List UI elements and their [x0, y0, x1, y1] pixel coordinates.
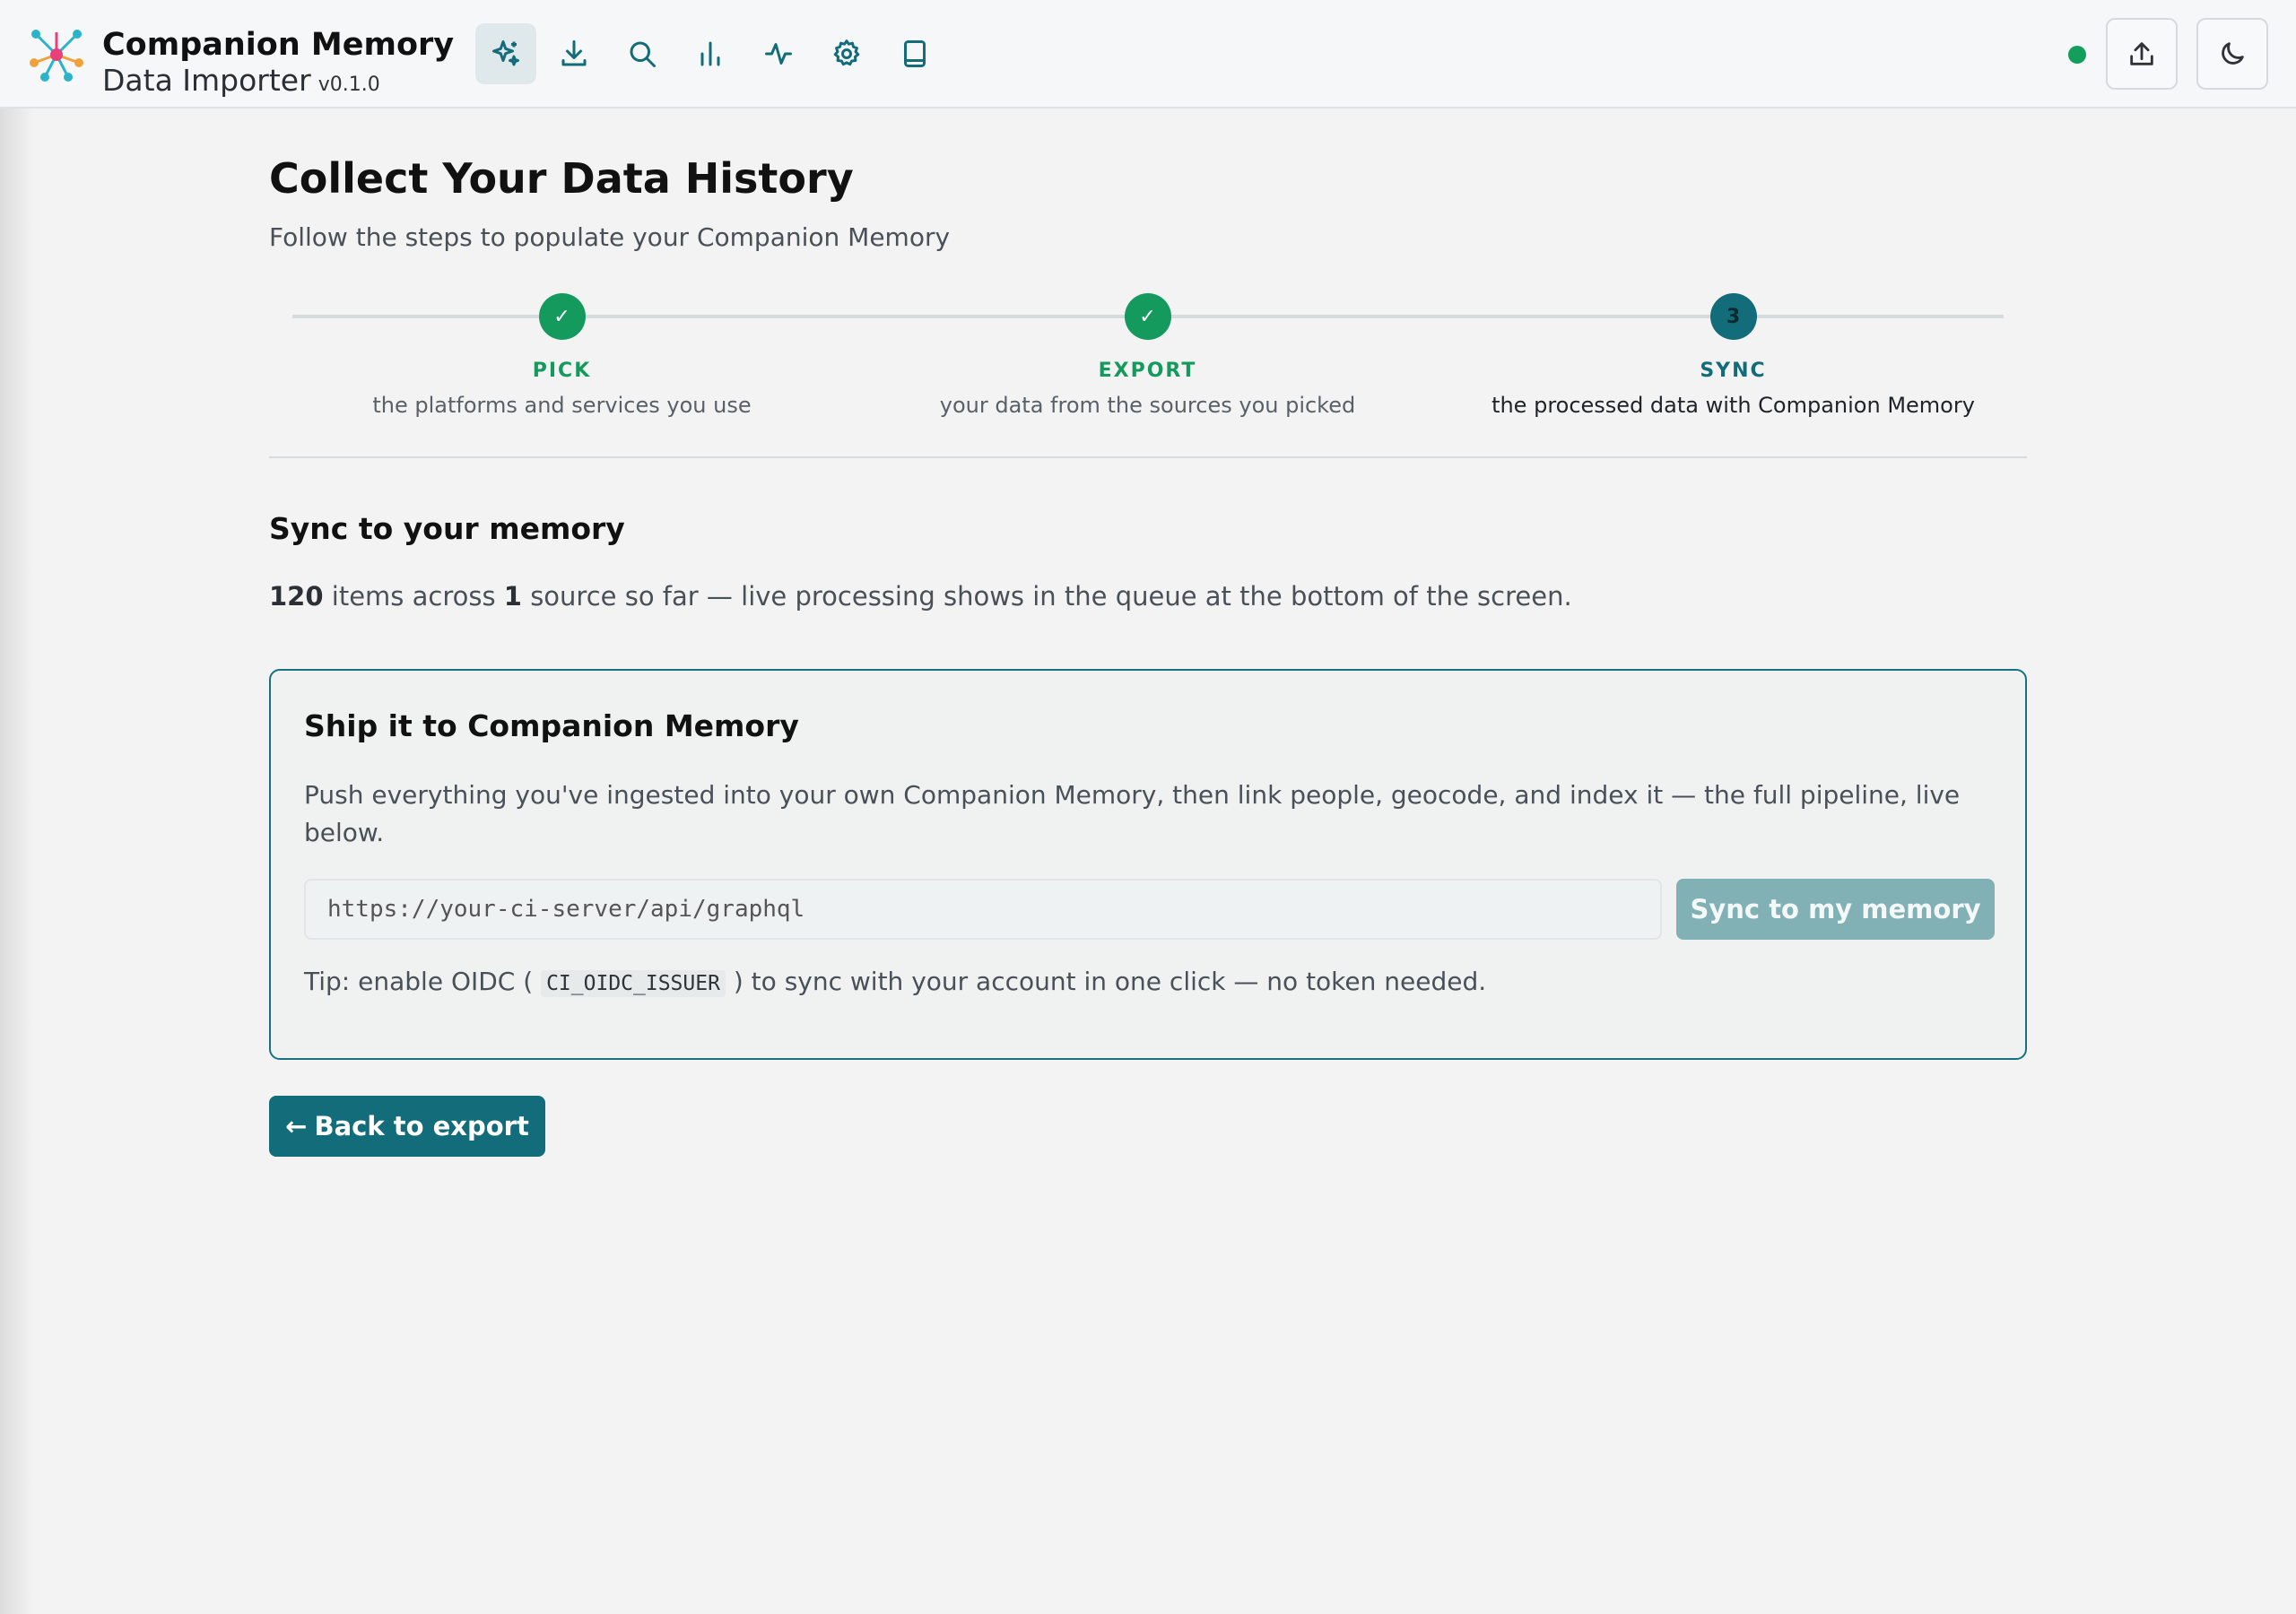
- activity-icon: [765, 43, 792, 65]
- page-title: Collect Your Data History: [269, 154, 854, 203]
- sync-to-memory-button[interactable]: Sync to my memory: [1676, 879, 1995, 940]
- source-count: 1: [503, 581, 522, 612]
- item-count: 120: [269, 581, 324, 612]
- nav-collect-button[interactable]: [475, 23, 536, 84]
- oidc-env-var: CI_OIDC_ISSUER: [541, 970, 726, 997]
- connection-status-indicator: [2068, 46, 2086, 64]
- bar-chart-icon: [700, 41, 720, 66]
- app-version: v0.1.0: [317, 74, 380, 96]
- step-number-badge: 3: [1709, 293, 1757, 340]
- step-complete-check-icon: ✓: [538, 293, 586, 340]
- endpoint-url-input[interactable]: [304, 879, 1662, 940]
- section-divider: [269, 456, 2027, 458]
- step-description: the platforms and services you use: [372, 393, 752, 418]
- app-title: Companion Memory: [102, 27, 455, 63]
- page-subtitle: Follow the steps to populate your Compan…: [269, 222, 951, 252]
- brand[interactable]: Companion Memory Data Importer v0.1.0: [29, 27, 454, 103]
- upload-icon: [2130, 42, 2153, 65]
- theme-toggle-button[interactable]: [2196, 18, 2268, 90]
- step-complete-check-icon: ✓: [1124, 293, 1171, 340]
- nav-activity-button[interactable]: [748, 23, 809, 84]
- moon-icon: [2222, 42, 2244, 65]
- nav-search-button[interactable]: [612, 23, 673, 84]
- sparkle-icon: [492, 40, 519, 66]
- nav-stats-button[interactable]: [680, 23, 741, 84]
- gear-icon: [833, 39, 860, 66]
- section-title: Sync to your memory: [269, 511, 625, 546]
- app-logo-icon: [30, 30, 83, 82]
- step-export[interactable]: ✓ EXPORT your data from the sources you …: [855, 289, 1440, 418]
- arrow-left-icon: ←: [285, 1111, 308, 1141]
- nav-download-button[interactable]: [544, 23, 604, 84]
- card-title: Ship it to Companion Memory: [304, 708, 799, 743]
- top-bar: Companion Memory Data Importer v0.1.0: [0, 0, 2296, 108]
- card-description: Push everything you've ingested into you…: [304, 780, 1961, 847]
- window-edge-shadow: [0, 0, 34, 1614]
- step-sync[interactable]: 3 SYNC the processed data with Companion…: [1440, 289, 2026, 418]
- app-subtitle: Data Importer v0.1.0: [102, 63, 380, 98]
- download-icon: [561, 40, 587, 66]
- nav-settings-button[interactable]: [816, 23, 877, 84]
- oidc-tip: Tip: enable OIDC ( CI_OIDC_ISSUER ) to s…: [304, 967, 1487, 997]
- step-description: the processed data with Companion Memory: [1492, 393, 1975, 418]
- ingest-summary: 120 items across 1 source so far — live …: [269, 581, 1572, 612]
- step-label: PICK: [532, 360, 592, 382]
- book-icon: [904, 40, 926, 67]
- step-description: your data from the sources you picked: [939, 393, 1356, 418]
- step-pick[interactable]: ✓ PICK the platforms and services you us…: [269, 289, 855, 418]
- nav-docs-button[interactable]: [884, 23, 945, 84]
- main-nav: [475, 23, 952, 84]
- step-label: SYNC: [1700, 360, 1767, 382]
- export-upload-button[interactable]: [2106, 18, 2178, 90]
- back-to-export-button[interactable]: ← Back to export: [269, 1096, 545, 1157]
- search-icon: [630, 41, 656, 67]
- progress-stepper: ✓ PICK the platforms and services you us…: [269, 289, 2027, 459]
- sync-card: Ship it to Companion Memory Push everyth…: [269, 669, 2027, 1060]
- step-label: EXPORT: [1098, 360, 1197, 382]
